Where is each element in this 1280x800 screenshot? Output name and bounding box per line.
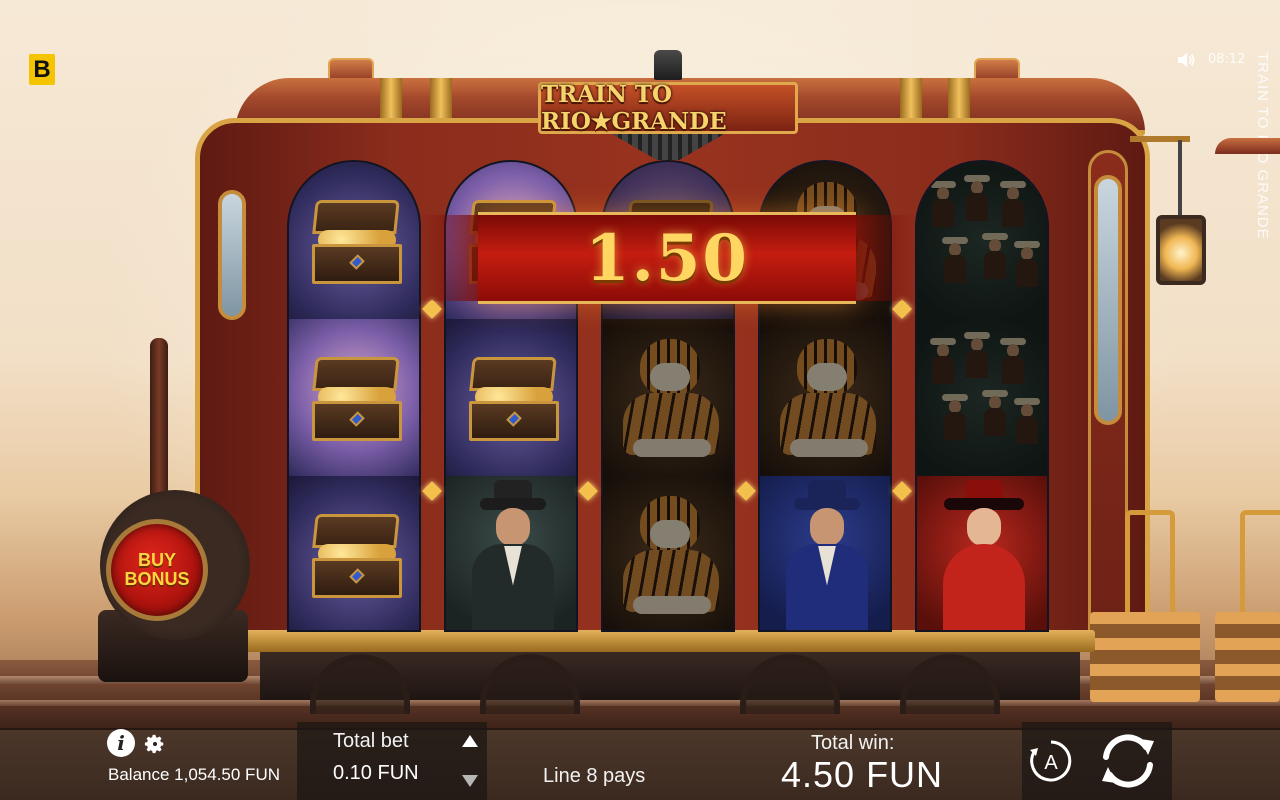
buy-bonus-button[interactable]: BUY BONUS <box>106 519 208 621</box>
lantern-icon <box>1156 215 1206 285</box>
platform-steps <box>1215 612 1280 702</box>
symbol-lady <box>917 476 1047 630</box>
win-amount-banner: 1.50 <box>418 212 856 304</box>
bell-icon <box>654 50 682 80</box>
symbol-treasure-chest <box>289 476 419 630</box>
total-bet-label: Total bet <box>333 730 409 752</box>
autoplay-icon[interactable]: A <box>1028 738 1074 784</box>
roof-brass-band <box>380 78 402 118</box>
spin-icon[interactable] <box>1094 727 1162 795</box>
symbol-treasure-chest <box>289 162 419 319</box>
platform-steps <box>1090 612 1200 702</box>
symbol-cowboys <box>917 319 1047 476</box>
info-icon[interactable]: i <box>107 729 135 757</box>
side-window <box>218 190 246 320</box>
total-bet-value: 0.10 FUN <box>333 762 419 784</box>
next-train-car <box>1215 138 1280 154</box>
autoplay-letter: A <box>1044 752 1058 774</box>
door-window <box>1094 175 1122 425</box>
symbol-sheriff <box>446 476 576 630</box>
brake-lever <box>150 338 168 508</box>
gear-icon[interactable] <box>144 733 166 755</box>
clock: 08:12 <box>1208 52 1246 67</box>
reel-1 <box>287 160 421 632</box>
bet-increase-arrow-up-icon[interactable] <box>462 735 478 747</box>
symbol-gentleman <box>760 476 890 630</box>
symbol-tiger <box>603 476 733 630</box>
buy-bonus-label-line1: BUY <box>137 550 176 570</box>
game-logo: TRAIN TO RIO★GRANDE <box>538 81 798 135</box>
symbol-tiger <box>603 319 733 476</box>
reel-5 <box>915 160 1049 632</box>
symbol-treasure-chest <box>289 319 419 476</box>
roof-vent <box>974 58 1020 80</box>
car-base-trim <box>215 630 1095 652</box>
buy-bonus-label-line2: BONUS <box>124 569 190 589</box>
roof-vent <box>328 58 374 80</box>
lantern-chain <box>1178 140 1182 218</box>
win-amount: 1.50 <box>585 220 749 296</box>
brand-logo-badge: B <box>29 54 55 85</box>
symbol-treasure-chest <box>446 319 576 476</box>
line-pays-text: Line 8 pays <box>543 765 646 787</box>
roof-brass-band <box>430 78 452 118</box>
total-win-value: 4.50 FUN <box>781 754 944 795</box>
balance-display: Balance 1,054.50 FUN <box>108 765 280 784</box>
rail-track-lower <box>0 700 1280 706</box>
symbol-cowboys <box>917 162 1047 319</box>
bet-decrease-arrow-down-icon[interactable] <box>462 775 478 787</box>
roof-brass-band <box>948 78 970 118</box>
roof-brass-band <box>900 78 922 118</box>
speaker-icon[interactable] <box>1176 50 1196 70</box>
symbol-tiger <box>760 319 890 476</box>
total-win-label: Total win: <box>811 732 895 754</box>
